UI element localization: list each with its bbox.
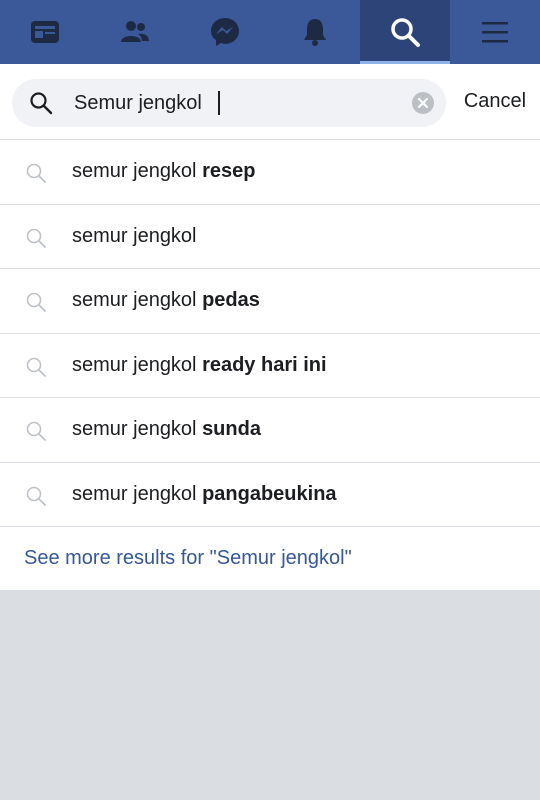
nav-friends[interactable]	[90, 0, 180, 64]
friends-icon	[121, 21, 149, 42]
news-feed-icon	[31, 21, 59, 43]
suggestion-search-icon	[26, 486, 46, 506]
menu-icon	[482, 22, 508, 43]
suggestion-item[interactable]: semur jengkol ready hari ini	[0, 334, 540, 398]
suggestion-text: semur jengkol sunda	[72, 418, 261, 441]
suggestion-search-icon	[26, 163, 46, 183]
suggestion-item[interactable]: semur jengkol	[0, 205, 540, 269]
nav-news-feed[interactable]	[0, 0, 90, 64]
top-nav-bar	[0, 0, 540, 64]
suggestion-item[interactable]: semur jengkol resep	[0, 140, 540, 205]
suggestion-item[interactable]: semur jengkol sunda	[0, 398, 540, 463]
suggestion-text: semur jengkol pedas	[72, 289, 260, 312]
cancel-button[interactable]: Cancel	[456, 90, 534, 113]
search-box[interactable]	[12, 79, 446, 127]
see-more-results-link[interactable]: See more results for "Semur jengkol"	[0, 527, 540, 590]
notifications-bell-icon	[304, 19, 326, 46]
search-input[interactable]	[74, 79, 404, 127]
suggestion-item[interactable]: semur jengkol pangabeukina	[0, 463, 540, 527]
suggestion-text: semur jengkol resep	[72, 160, 256, 183]
clear-x-icon	[417, 97, 429, 109]
messenger-icon	[211, 18, 239, 46]
text-cursor	[218, 91, 220, 115]
suggestion-text: semur jengkol pangabeukina	[72, 482, 337, 505]
search-icon	[391, 18, 420, 47]
suggestion-text: semur jengkol ready hari ini	[72, 353, 327, 376]
search-magnifier-icon	[30, 92, 53, 115]
nav-search[interactable]	[360, 0, 450, 64]
nav-notifications[interactable]	[270, 0, 360, 64]
suggestion-item[interactable]: semur jengkol pedas	[0, 269, 540, 334]
nav-menu[interactable]	[450, 0, 540, 64]
suggestion-search-icon	[26, 357, 46, 377]
clear-search-button[interactable]	[412, 92, 434, 114]
search-suggestions-list: semur jengkol resep semur jengkol semur …	[0, 140, 540, 590]
suggestion-text: semur jengkol	[72, 224, 197, 247]
nav-messenger[interactable]	[180, 0, 270, 64]
search-bar: Cancel	[0, 64, 540, 140]
suggestion-search-icon	[26, 228, 46, 248]
suggestion-search-icon	[26, 292, 46, 312]
suggestion-search-icon	[26, 421, 46, 441]
